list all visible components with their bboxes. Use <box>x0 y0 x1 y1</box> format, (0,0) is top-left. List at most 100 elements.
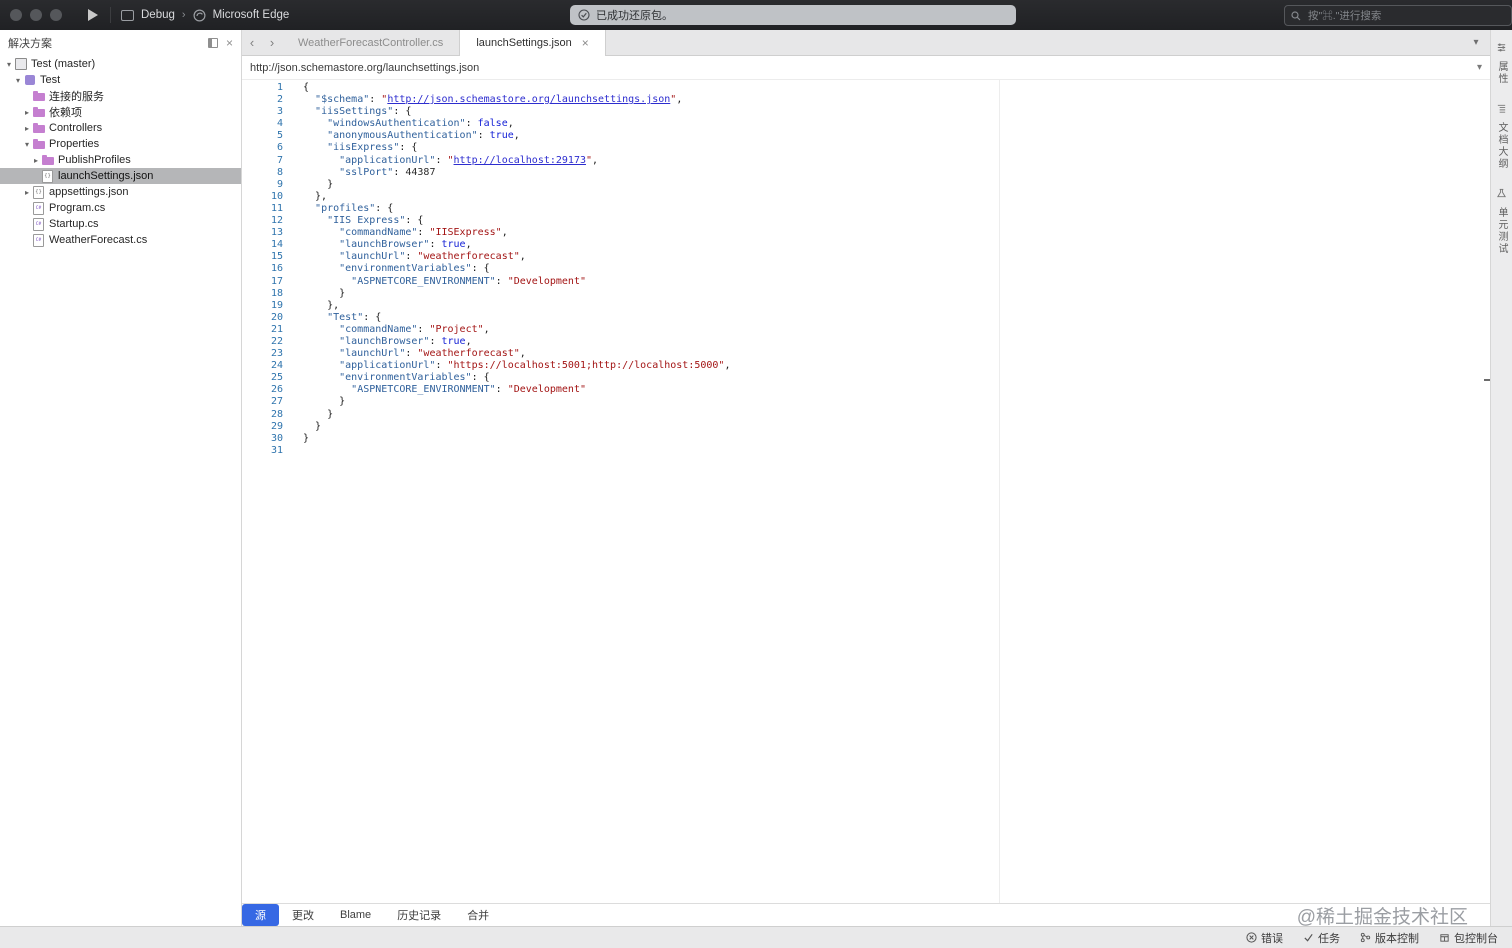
code-line: 25 "environmentVariables": { <box>242 372 1490 384</box>
line-number: 3 <box>276 106 283 118</box>
tree-item[interactable]: WeatherForecast.cs <box>0 232 241 248</box>
code-editor[interactable]: 1{2 "$schema": "http://json.schemastore.… <box>242 80 1490 903</box>
editor-mode-bar: 源更改 Blame 历史记录 合并 @稀土掘金技术社区 <box>242 903 1490 928</box>
tree-item-label: Program.cs <box>49 202 106 214</box>
tab-label: WeatherForecastController.cs <box>298 36 444 49</box>
tree-item-label: 连接的服务 <box>49 91 104 103</box>
editor-tabbar: ‹ › WeatherForecastController.cs launchS… <box>242 30 1490 56</box>
tree-item[interactable]: launchSettings.json <box>0 168 241 184</box>
line-number: 13 <box>270 227 283 239</box>
tree-item[interactable]: ▾ Test <box>0 72 241 88</box>
expander-open-icon[interactable]: ▾ <box>4 60 14 69</box>
line-number: 1 <box>276 82 283 93</box>
code-line: 19 }, <box>242 300 1490 312</box>
expander-open-icon[interactable]: ▾ <box>22 140 32 149</box>
line-number: 14 <box>270 239 283 251</box>
mode-tab-Blame[interactable]: Blame <box>327 904 384 926</box>
schema-url: http://json.schemastore.org/launchsettin… <box>250 61 480 74</box>
json-icon <box>32 185 45 199</box>
tree-item[interactable]: Startup.cs <box>0 216 241 232</box>
line-number: 19 <box>270 299 283 311</box>
line-number: 9 <box>276 178 283 190</box>
dock-panel-icon[interactable] <box>207 38 218 48</box>
code-line: 23 "launchUrl": "weatherforecast", <box>242 348 1490 360</box>
tree-item-label: Properties <box>49 138 100 150</box>
status-item-vcs[interactable]: 版本控制 <box>1360 930 1419 946</box>
tab-launchsettings[interactable]: launchSettings.json × <box>459 30 606 56</box>
code-line: 18 } <box>242 288 1490 300</box>
expander-closed-icon[interactable]: ▸ <box>22 124 32 133</box>
navigate-back-icon[interactable]: ‹ <box>242 30 262 55</box>
tree-item[interactable]: ▸ appsettings.json <box>0 184 241 200</box>
tree-item[interactable]: ▸ PublishProfiles <box>0 152 241 168</box>
mode-tab-源[interactable]: 源 <box>242 904 279 926</box>
tree-item-label: PublishProfiles <box>58 154 131 166</box>
browser-icon <box>193 8 206 22</box>
folder-icon <box>41 154 54 166</box>
dock-tab-properties[interactable]: 属性 <box>1494 42 1509 85</box>
tree-item[interactable]: ▾ Test (master) <box>0 56 241 72</box>
sidebar-title: 解决方案 <box>8 38 52 50</box>
titlebar: Debug › Microsoft Edge 已成功还原包。 <box>0 0 1512 30</box>
status-item-label: 任务 <box>1318 932 1340 945</box>
mode-tab-历史记录[interactable]: 历史记录 <box>384 904 454 926</box>
run-configuration-selector[interactable]: Debug › Microsoft Edge <box>121 8 290 22</box>
tree-item[interactable]: ▸ Controllers <box>0 120 241 136</box>
dock-tab-outline[interactable]: 文档大纲 <box>1494 103 1509 170</box>
expander-closed-icon[interactable]: ▸ <box>31 156 41 165</box>
tree-item[interactable]: ▸ 依赖项 <box>0 104 241 120</box>
run-button[interactable] <box>88 9 98 21</box>
dock-tab-tests[interactable]: 单元测试 <box>1494 188 1509 255</box>
close-panel-icon[interactable]: × <box>226 37 233 49</box>
run-target-label: Microsoft Edge <box>212 9 290 21</box>
line-number: 26 <box>270 384 283 396</box>
tab-label: launchSettings.json <box>476 37 572 49</box>
folder-icon <box>32 106 45 118</box>
mode-tab-合并[interactable]: 合并 <box>454 904 502 926</box>
tree-item-label: 依赖项 <box>49 107 82 119</box>
navigate-forward-icon[interactable]: › <box>262 30 282 55</box>
schema-dropdown-icon[interactable]: ▾ <box>1477 62 1482 73</box>
cs-icon <box>32 217 45 231</box>
code-line: 31 <box>242 445 1490 457</box>
line-number: 28 <box>270 408 283 420</box>
line-number: 6 <box>276 142 283 154</box>
expander-closed-icon[interactable]: ▸ <box>22 108 32 117</box>
tree-item-label: appsettings.json <box>49 186 129 198</box>
global-search[interactable] <box>1284 5 1512 26</box>
code-line: 26 "ASPNETCORE_ENVIRONMENT": "Developmen… <box>242 384 1490 396</box>
search-input[interactable] <box>1306 8 1505 23</box>
code-line: 11 "profiles": { <box>242 203 1490 215</box>
tab-weatherforecastcontroller[interactable]: WeatherForecastController.cs <box>282 30 459 55</box>
expander-closed-icon[interactable]: ▸ <box>22 188 32 197</box>
tree-item-label: Test (master) <box>31 58 96 70</box>
code-line: 13 "commandName": "IISExpress", <box>242 227 1490 239</box>
code-line: 5 "anonymousAuthentication": true, <box>242 130 1490 142</box>
code-line: 22 "launchBrowser": true, <box>242 336 1490 348</box>
code-line: 29 } <box>242 421 1490 433</box>
close-tab-icon[interactable]: × <box>582 36 589 50</box>
tree-item[interactable]: 连接的服务 <box>0 88 241 104</box>
status-item-tasks[interactable]: 任务 <box>1303 930 1340 946</box>
status-bar: 错误 任务 版本控制 包控制台 <box>0 926 1512 948</box>
window-zoom-button[interactable] <box>50 9 62 21</box>
tree-item[interactable]: Program.cs <box>0 200 241 216</box>
tree-item-label: launchSettings.json <box>58 170 154 182</box>
status-item-error[interactable]: 错误 <box>1246 930 1283 946</box>
code-line: 7 "applicationUrl": "http://localhost:29… <box>242 155 1490 167</box>
tab-list-dropdown-icon[interactable]: ▾ <box>1462 30 1490 55</box>
properties-icon <box>1496 42 1507 56</box>
line-number: 5 <box>276 130 283 142</box>
line-number: 10 <box>270 190 283 202</box>
code-line: 8 "sslPort": 44387 <box>242 167 1490 179</box>
line-number: 23 <box>270 348 283 360</box>
mode-tab-更改[interactable]: 更改 <box>279 904 327 926</box>
window-minimize-button[interactable] <box>30 9 42 21</box>
tasks-icon <box>1303 932 1314 943</box>
window-close-button[interactable] <box>10 9 22 21</box>
code-line: 21 "commandName": "Project", <box>242 324 1490 336</box>
tree-item[interactable]: ▾ Properties <box>0 136 241 152</box>
error-icon <box>1246 932 1257 943</box>
expander-open-icon[interactable]: ▾ <box>13 76 23 85</box>
status-item-package[interactable]: 包控制台 <box>1439 930 1498 946</box>
